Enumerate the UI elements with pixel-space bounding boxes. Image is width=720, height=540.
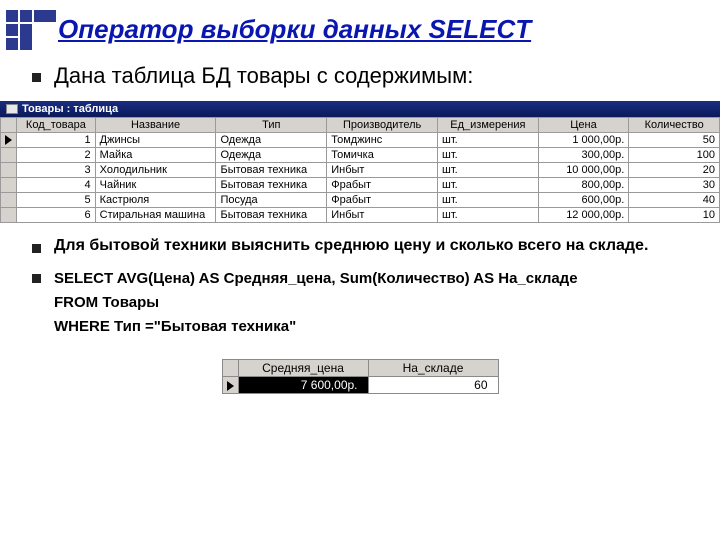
- table-row: 5КастрюляПосудаФрабытшт.600,00р.40: [1, 193, 720, 208]
- result-table: Средняя_цена На_складе 7 600,00р. 60: [222, 359, 499, 394]
- table-header-row: Код_товара Название Тип Производитель Ед…: [1, 118, 720, 133]
- table-cell: Томджинс: [327, 133, 438, 148]
- col-header: Тип: [216, 118, 327, 133]
- table-cell: 5: [17, 193, 96, 208]
- table-cell: 10: [629, 208, 720, 223]
- table-row: 6Стиральная машинаБытовая техникаИнбытшт…: [1, 208, 720, 223]
- col-header: Название: [95, 118, 216, 133]
- table-cell: 4: [17, 178, 96, 193]
- window-titlebar: Товары : таблица: [0, 101, 720, 117]
- table-cell: шт.: [438, 178, 539, 193]
- table-cell: 12 000,00р.: [538, 208, 629, 223]
- table-row: 3ХолодильникБытовая техникаИнбытшт.10 00…: [1, 163, 720, 178]
- table-cell: Чайник: [95, 178, 216, 193]
- col-header: На_складе: [368, 360, 498, 377]
- table-cell: Бытовая техника: [216, 178, 327, 193]
- page-title: Оператор выборки данных SELECT: [58, 14, 692, 45]
- table-cell: 50: [629, 133, 720, 148]
- table-cell: Стиральная машина: [95, 208, 216, 223]
- table-cell: 20: [629, 163, 720, 178]
- table-cell: 300,00р.: [538, 148, 629, 163]
- col-header: Производитель: [327, 118, 438, 133]
- table-cell: Кастрюля: [95, 193, 216, 208]
- result-header-row: Средняя_цена На_складе: [222, 360, 498, 377]
- table-cell: 600,00р.: [538, 193, 629, 208]
- table-cell: 10 000,00р.: [538, 163, 629, 178]
- result-avg: 7 600,00р.: [238, 377, 368, 394]
- table-cell: шт.: [438, 208, 539, 223]
- products-table-window: Товары : таблица Код_товара Название Тип…: [0, 101, 720, 223]
- window-icon: [6, 104, 18, 114]
- table-cell: 1: [17, 133, 96, 148]
- lead-text: Дана таблица БД товары с содержимым:: [28, 63, 692, 89]
- table-cell: Холодильник: [95, 163, 216, 178]
- table-cell: 3: [17, 163, 96, 178]
- task-text: Для бытовой техники выяснить среднюю цен…: [28, 237, 692, 255]
- table-cell: 100: [629, 148, 720, 163]
- table-cell: 2: [17, 148, 96, 163]
- table-cell: шт.: [438, 148, 539, 163]
- table-cell: Посуда: [216, 193, 327, 208]
- result-data-row: 7 600,00р. 60: [222, 377, 498, 394]
- table-row: 2МайкаОдеждаТомичкашт.300,00р.100: [1, 148, 720, 163]
- result-total: 60: [368, 377, 498, 394]
- col-header: Код_товара: [17, 118, 96, 133]
- sql-line: WHERE Тип ="Бытовая техника": [54, 315, 692, 339]
- col-header: Цена: [538, 118, 629, 133]
- table-cell: шт.: [438, 133, 539, 148]
- row-selector-icon: [5, 135, 12, 145]
- corner-decoration: [6, 10, 52, 50]
- table-cell: Инбыт: [327, 208, 438, 223]
- col-header: Количество: [629, 118, 720, 133]
- table-cell: 40: [629, 193, 720, 208]
- row-selector-icon: [227, 381, 234, 391]
- table-cell: Майка: [95, 148, 216, 163]
- sql-block: SELECT AVG(Цена) AS Средняя_цена, Sum(Ко…: [28, 267, 692, 339]
- window-caption: Товары : таблица: [22, 103, 118, 115]
- table-cell: Фрабыт: [327, 178, 438, 193]
- table-cell: Бытовая техника: [216, 208, 327, 223]
- table-cell: Одежда: [216, 148, 327, 163]
- table-cell: Фрабыт: [327, 193, 438, 208]
- table-cell: Инбыт: [327, 163, 438, 178]
- table-row: 1ДжинсыОдеждаТомджинсшт.1 000,00р.50: [1, 133, 720, 148]
- table-cell: 30: [629, 178, 720, 193]
- col-header: Ед_измерения: [438, 118, 539, 133]
- table-cell: Джинсы: [95, 133, 216, 148]
- products-table: Код_товара Название Тип Производитель Ед…: [0, 117, 720, 223]
- sql-line: SELECT AVG(Цена) AS Средняя_цена, Sum(Ко…: [54, 267, 692, 291]
- table-cell: 1 000,00р.: [538, 133, 629, 148]
- table-cell: Бытовая техника: [216, 163, 327, 178]
- table-cell: шт.: [438, 163, 539, 178]
- table-cell: Томичка: [327, 148, 438, 163]
- col-header: Средняя_цена: [238, 360, 368, 377]
- table-cell: шт.: [438, 193, 539, 208]
- table-cell: 800,00р.: [538, 178, 629, 193]
- table-row: 4ЧайникБытовая техникаФрабытшт.800,00р.3…: [1, 178, 720, 193]
- table-cell: Одежда: [216, 133, 327, 148]
- table-cell: 6: [17, 208, 96, 223]
- sql-line: FROM Товары: [54, 291, 692, 315]
